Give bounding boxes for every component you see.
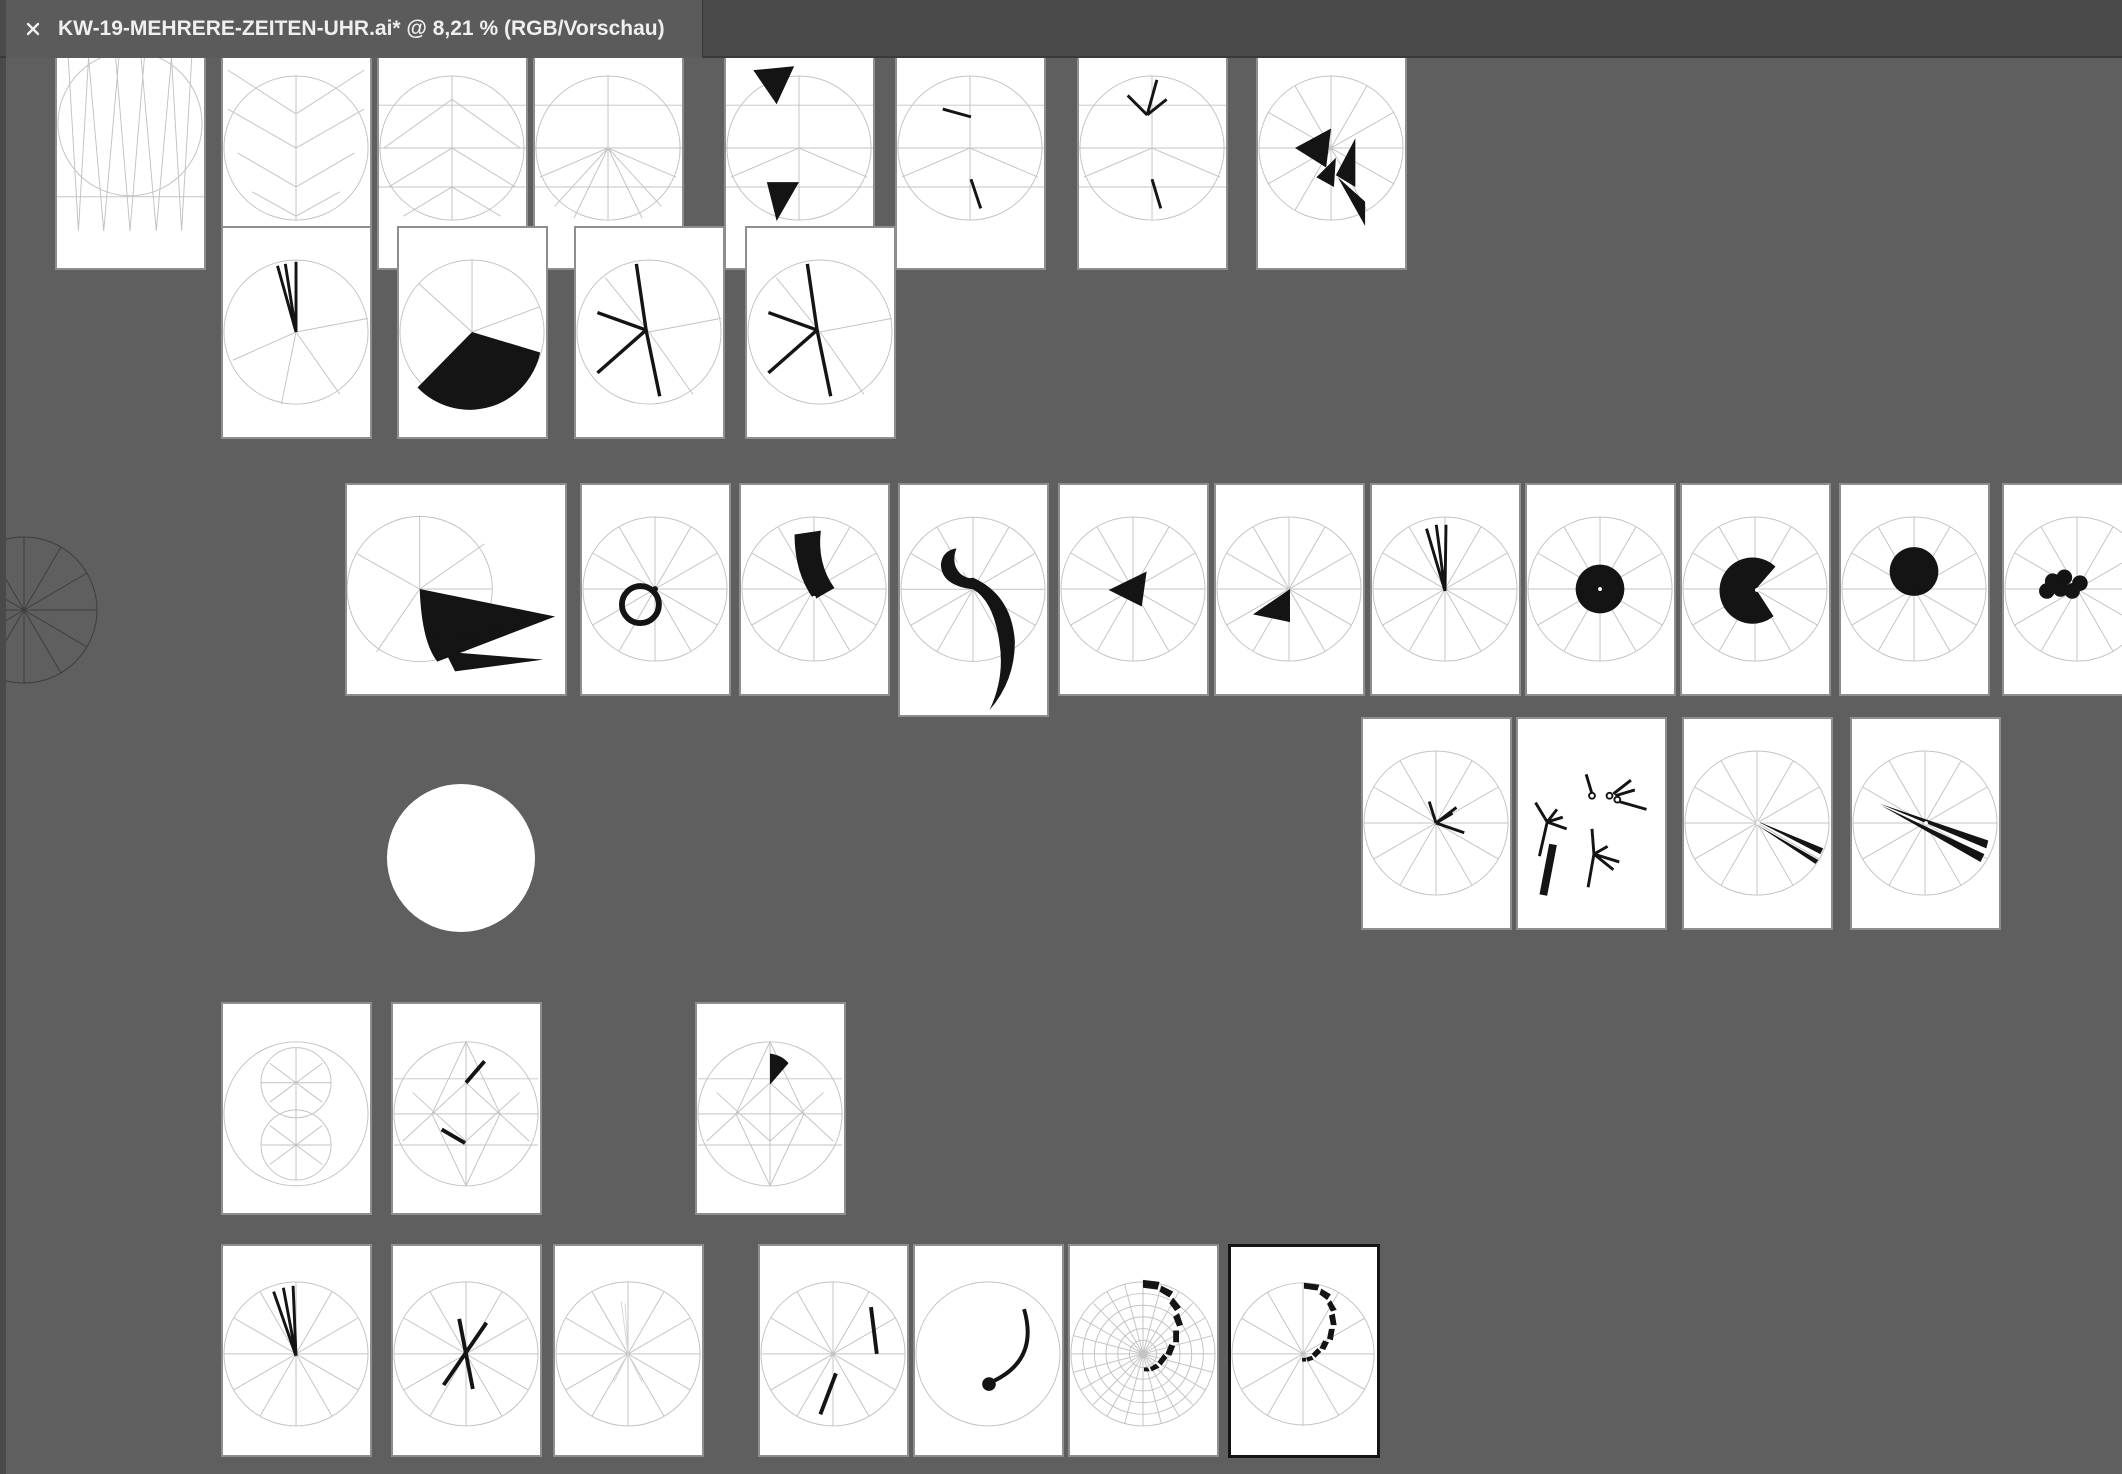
artboard-r5-3[interactable] bbox=[695, 1002, 846, 1215]
artboard-r6-5[interactable] bbox=[913, 1244, 1064, 1457]
artboard-r6-7-selected[interactable] bbox=[1228, 1244, 1380, 1458]
document-tab[interactable]: KW-19-MEHRERE-ZEITEN-UHR.ai* @ 8,21 % (R… bbox=[6, 0, 703, 58]
artboard-r5-1[interactable] bbox=[221, 1002, 372, 1215]
artboard-r6-2[interactable] bbox=[391, 1244, 542, 1457]
artboard-r2-2[interactable] bbox=[397, 226, 548, 439]
artboard-r6-4[interactable] bbox=[758, 1244, 909, 1457]
artboard-r4-4[interactable] bbox=[1850, 717, 2001, 930]
artboard-r6-6[interactable] bbox=[1068, 1244, 1219, 1457]
artboard-r3-1[interactable] bbox=[345, 483, 567, 696]
artboard-r6-3[interactable] bbox=[553, 1244, 704, 1457]
close-icon[interactable] bbox=[22, 18, 44, 40]
artboard-r3-8[interactable] bbox=[1525, 483, 1676, 696]
artboard-r4-3[interactable] bbox=[1682, 717, 1833, 930]
artboard-r6-1[interactable] bbox=[221, 1244, 372, 1457]
pasteboard-white-circle[interactable] bbox=[387, 784, 535, 932]
artboard-r3-7[interactable] bbox=[1370, 483, 1521, 696]
artboard-r4-1[interactable] bbox=[1361, 717, 1512, 930]
artboard-r3-10[interactable] bbox=[1839, 483, 1990, 696]
artboard-r3-11[interactable] bbox=[2002, 483, 2122, 696]
artboard-r1-7[interactable] bbox=[1077, 58, 1228, 270]
pasteboard-guide-circle[interactable] bbox=[6, 510, 124, 710]
artboard-r1-6[interactable] bbox=[895, 58, 1046, 270]
artboard-r3-9[interactable] bbox=[1680, 483, 1831, 696]
artboard-r1-1[interactable] bbox=[55, 58, 206, 270]
artboard-r2-4[interactable] bbox=[745, 226, 896, 439]
artboard-r4-2[interactable] bbox=[1516, 717, 1667, 930]
artboard-canvas[interactable] bbox=[6, 58, 2122, 1474]
artboard-r1-8[interactable] bbox=[1256, 58, 1407, 270]
artboard-r3-3[interactable] bbox=[739, 483, 890, 696]
document-tab-bar: KW-19-MEHRERE-ZEITEN-UHR.ai* @ 8,21 % (R… bbox=[0, 0, 2122, 58]
document-title: KW-19-MEHRERE-ZEITEN-UHR.ai* @ 8,21 % (R… bbox=[58, 17, 665, 40]
artboard-r3-5[interactable] bbox=[1058, 483, 1209, 696]
artboard-r2-3[interactable] bbox=[574, 226, 725, 439]
artboard-r3-2[interactable] bbox=[580, 483, 731, 696]
artboard-r5-2[interactable] bbox=[391, 1002, 542, 1215]
artboard-r3-6[interactable] bbox=[1214, 483, 1365, 696]
artboard-r3-4[interactable] bbox=[898, 483, 1049, 717]
artboard-r2-1[interactable] bbox=[221, 226, 372, 439]
